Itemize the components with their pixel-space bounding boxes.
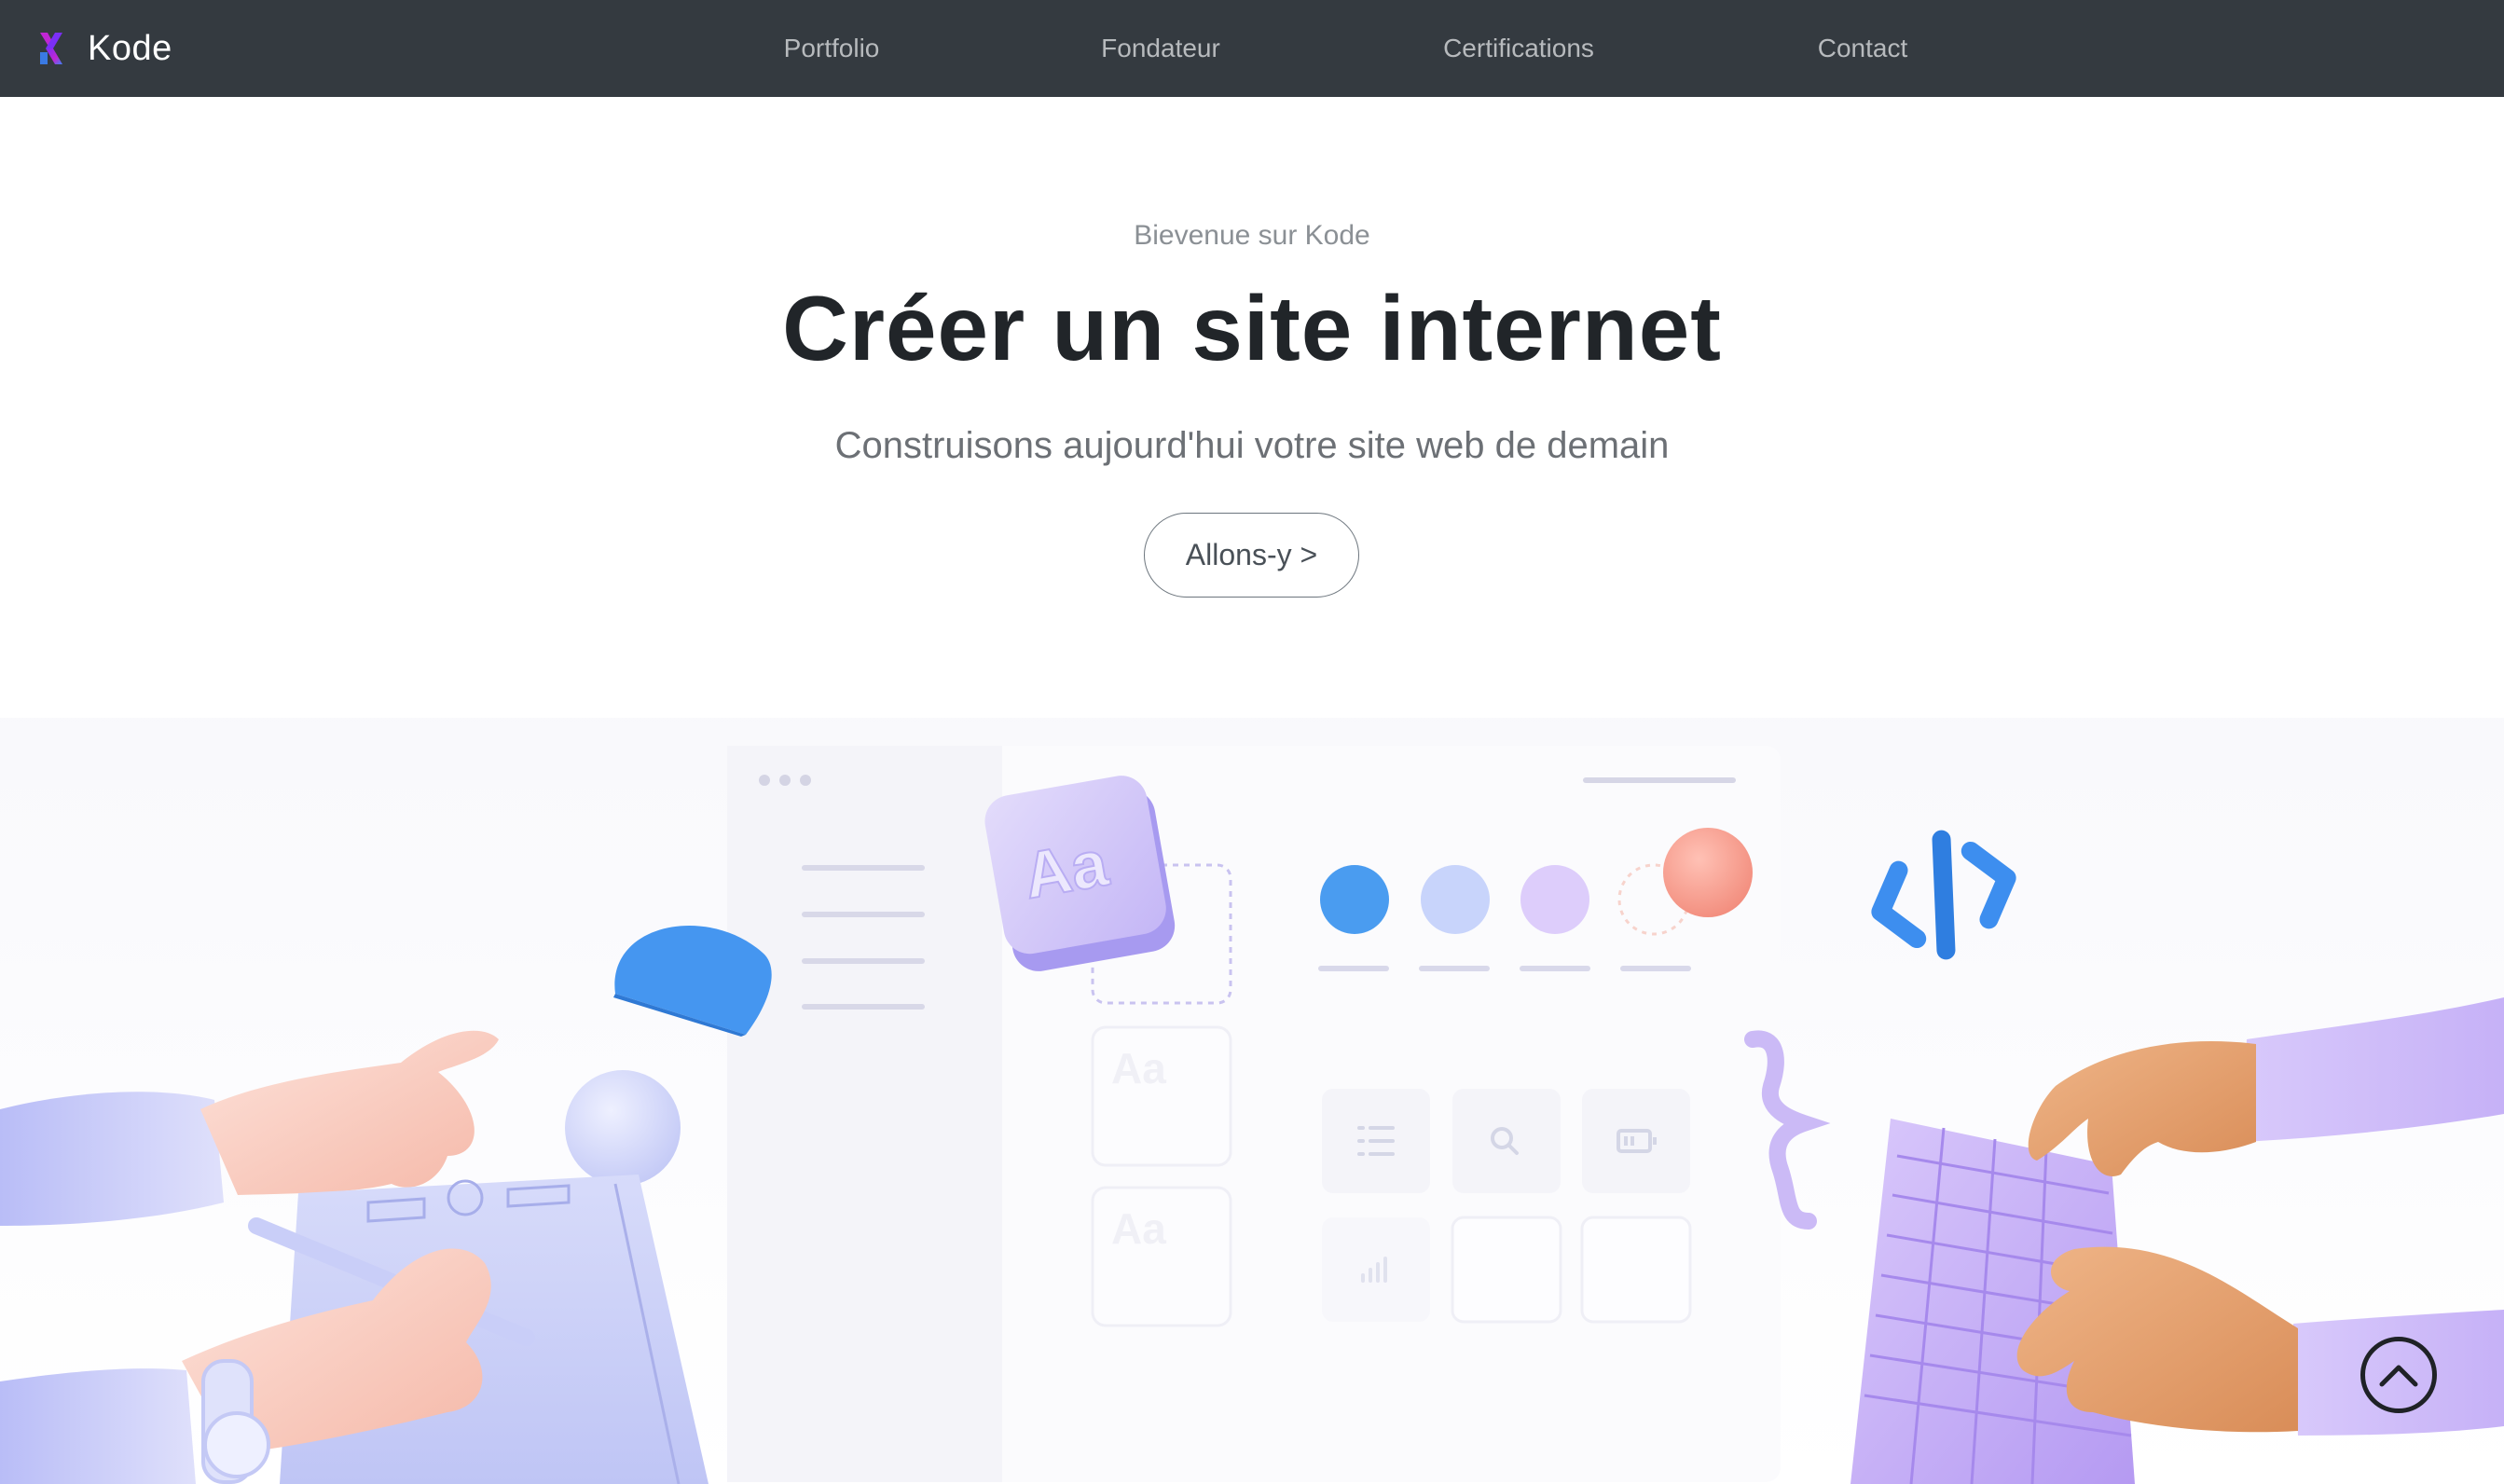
nav-link-certifications[interactable]: Certifications bbox=[1443, 0, 1594, 97]
brand-name: Kode bbox=[88, 28, 172, 68]
hero-title: Créer un site internet bbox=[782, 277, 1722, 379]
k-logo-icon bbox=[40, 33, 62, 64]
font-tile-label: Aa bbox=[1018, 826, 1114, 913]
chevron-up-icon bbox=[2379, 1365, 2418, 1387]
ghost-tile-label: Aa bbox=[1111, 1044, 1166, 1092]
cta-button[interactable]: Allons-y > bbox=[1144, 513, 1359, 598]
hero-illustration: Aa Aa Aa bbox=[0, 718, 2504, 1484]
nav-link-fondateur[interactable]: Fondateur bbox=[1101, 0, 1220, 97]
sphere-shape bbox=[565, 1070, 681, 1186]
hero-subtitle: Construisons aujourd'hui votre site web … bbox=[834, 425, 1670, 466]
top-navbar: Kode Portfolio Fondateur Certifications … bbox=[0, 0, 2504, 97]
scroll-to-top-button[interactable] bbox=[2360, 1337, 2437, 1413]
web-design-illustration: Aa Aa Aa bbox=[0, 718, 2504, 1484]
nav-link-portfolio[interactable]: Portfolio bbox=[784, 0, 880, 97]
ghost-tile-label-2: Aa bbox=[1111, 1204, 1166, 1253]
hero-eyebrow: Bievenue sur Kode bbox=[1134, 220, 1370, 251]
nav-link-contact[interactable]: Contact bbox=[1818, 0, 1908, 97]
brand-link[interactable]: Kode bbox=[37, 0, 172, 97]
